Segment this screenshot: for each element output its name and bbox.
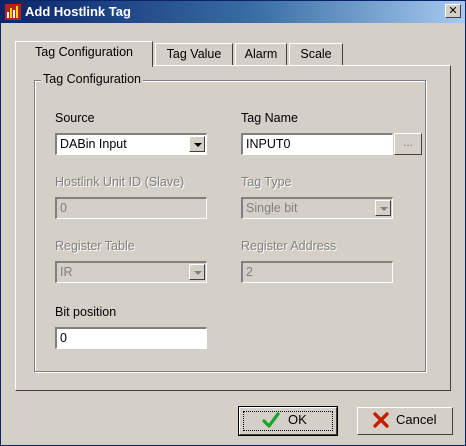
register-table-label: Register Table	[55, 239, 135, 253]
browse-button[interactable]: ...	[394, 133, 422, 155]
close-button[interactable]: ✕	[445, 4, 461, 18]
tab-panel: Tag Configuration Source DABin Input Tag…	[15, 65, 451, 391]
tab-label: Tag Value	[166, 47, 222, 61]
register-table-dropdown[interactable]: IR	[54, 260, 208, 284]
chevron-down-icon[interactable]	[375, 200, 391, 216]
tag-configuration-group: Tag Configuration Source DABin Input Tag…	[34, 72, 426, 372]
chevron-down-icon[interactable]	[189, 136, 205, 152]
tag-name-value: INPUT0	[246, 137, 291, 151]
ok-button[interactable]: OK	[238, 406, 338, 436]
bit-position-label: Bit position	[55, 305, 117, 319]
source-label: Source	[55, 111, 95, 125]
ellipsis-icon: ...	[402, 135, 413, 149]
window-title: Add Hostlink Tag	[25, 4, 131, 19]
cancel-button[interactable]: Cancel	[357, 407, 453, 435]
tag-type-value: Single bit	[246, 201, 298, 215]
tab-alarm[interactable]: Alarm	[235, 43, 287, 65]
dialog-window: Add Hostlink Tag ✕ Tag Configuration Tag…	[0, 0, 466, 446]
chevron-down-icon[interactable]	[189, 264, 205, 280]
tab-tag-value[interactable]: Tag Value	[155, 43, 233, 65]
tab-tag-configuration[interactable]: Tag Configuration	[15, 41, 153, 67]
tab-label: Scale	[300, 47, 332, 61]
close-icon: ✕	[448, 5, 458, 17]
tag-name-label: Tag Name	[241, 111, 298, 125]
title-bar[interactable]: Add Hostlink Tag ✕	[1, 1, 465, 23]
group-title: Tag Configuration	[41, 72, 143, 86]
check-icon	[262, 412, 280, 428]
tag-type-label: Tag Type	[241, 175, 292, 189]
source-value: DABin Input	[60, 137, 127, 151]
bit-position-input[interactable]: 0	[54, 326, 208, 350]
bar-chart-icon	[5, 4, 21, 20]
cancel-label: Cancel	[396, 412, 437, 427]
tag-name-input[interactable]: INPUT0	[240, 132, 394, 156]
source-dropdown[interactable]: DABin Input	[54, 132, 208, 156]
hostlink-unit-id-input[interactable]: 0	[54, 196, 208, 220]
register-address-label: Register Address	[241, 239, 337, 253]
x-icon	[373, 412, 389, 428]
register-table-value: IR	[60, 265, 73, 279]
tag-type-dropdown[interactable]: Single bit	[240, 196, 394, 220]
hostlink-unit-id-label: Hostlink Unit ID (Slave)	[55, 175, 185, 189]
tab-scale[interactable]: Scale	[289, 43, 343, 65]
tab-label: Tag Configuration	[35, 45, 133, 59]
bit-position-value: 0	[60, 331, 67, 345]
tab-label: Alarm	[244, 47, 278, 61]
register-address-value: 2	[246, 265, 253, 279]
hostlink-unit-id-value: 0	[60, 201, 67, 215]
ok-label: OK	[288, 412, 307, 427]
register-address-input[interactable]: 2	[240, 260, 394, 284]
